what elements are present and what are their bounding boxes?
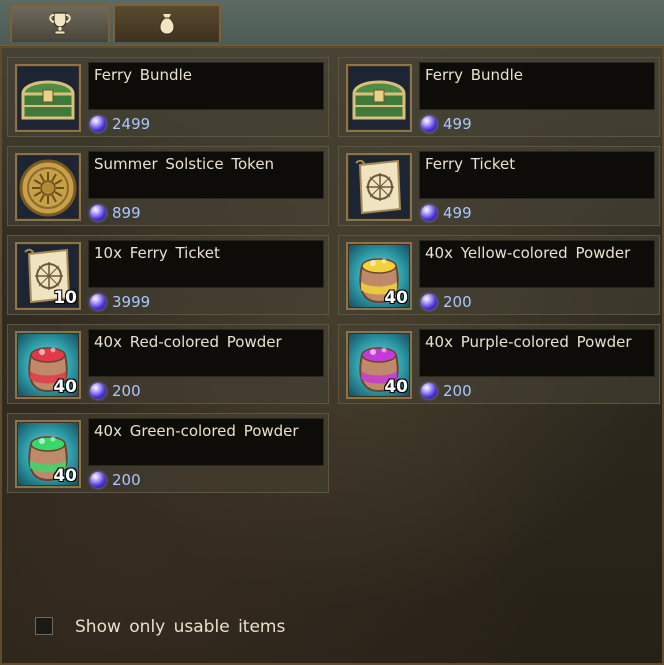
item-price: 499 — [443, 115, 472, 133]
item-price-row: 899 — [90, 203, 141, 223]
item-quantity: 40 — [53, 377, 77, 397]
item-quantity: 40 — [384, 377, 408, 397]
item-icon-frame — [346, 153, 412, 221]
gem-currency-icon — [421, 294, 437, 310]
gem-currency-icon — [90, 205, 106, 221]
gem-currency-icon — [90, 472, 106, 488]
item-price-row: 2499 — [90, 114, 150, 134]
item-price: 3999 — [112, 293, 151, 311]
item-price-row: 499 — [421, 114, 472, 134]
item-icon-frame: 40 — [346, 331, 412, 399]
item-price-row: 200 — [90, 470, 141, 490]
item-icon-frame — [15, 153, 81, 221]
item-price: 200 — [443, 382, 472, 400]
shop-item[interactable]: Summer Solstice Token 899 — [7, 146, 329, 226]
shop-item[interactable]: 40 40x Green-colored Powder 200 — [7, 413, 329, 493]
item-icon-frame — [346, 64, 412, 132]
gem-currency-icon — [90, 294, 106, 310]
gem-currency-icon — [90, 383, 106, 399]
usable-items-label: Show only usable items — [75, 617, 286, 637]
item-name: 40x Green-colored Powder — [88, 418, 324, 466]
item-price-row: 499 — [421, 203, 472, 223]
trophy-icon — [46, 10, 74, 38]
gem-currency-icon — [421, 205, 437, 221]
item-name: 10x Ferry Ticket — [88, 240, 324, 288]
gem-currency-icon — [421, 116, 437, 132]
item-name: Summer Solstice Token — [88, 151, 324, 199]
item-price: 899 — [112, 204, 141, 222]
item-price: 2499 — [112, 115, 151, 133]
item-name: Ferry Ticket — [419, 151, 655, 199]
item-price-row: 3999 — [90, 292, 150, 312]
usable-items-checkbox[interactable] — [35, 617, 53, 635]
item-name: 40x Yellow-colored Powder — [419, 240, 655, 288]
item-price: 200 — [443, 293, 472, 311]
tab-trophy[interactable] — [10, 4, 110, 42]
gem-currency-icon — [421, 383, 437, 399]
item-icon-frame: 40 — [346, 242, 412, 310]
shop-item[interactable]: Ferry Bundle 499 — [338, 57, 660, 137]
tab-bar — [0, 0, 664, 46]
shop-item[interactable]: 10 10x Ferry Ticket 3999 — [7, 235, 329, 315]
item-name: 40x Purple-colored Powder — [419, 329, 655, 377]
gem-currency-icon — [90, 116, 106, 132]
item-name: Ferry Bundle — [419, 62, 655, 110]
item-icon-frame — [15, 64, 81, 132]
item-price: 200 — [112, 382, 141, 400]
tab-money-bag[interactable] — [113, 4, 221, 42]
shop-item[interactable]: 40 40x Red-colored Powder 200 — [7, 324, 329, 404]
item-price-row: 200 — [421, 292, 472, 312]
item-name: 40x Red-colored Powder — [88, 329, 324, 377]
item-price-row: 200 — [421, 381, 472, 401]
item-price: 499 — [443, 204, 472, 222]
item-price: 200 — [112, 471, 141, 489]
shop-item[interactable]: Ferry Bundle 2499 — [7, 57, 329, 137]
item-icon-frame: 40 — [15, 420, 81, 488]
item-quantity: 10 — [53, 288, 77, 308]
item-price-row: 200 — [90, 381, 141, 401]
money-bag-icon — [153, 10, 181, 38]
item-quantity: 40 — [384, 288, 408, 308]
shop-item[interactable]: 40 40x Purple-colored Powder 200 — [338, 324, 660, 404]
shop-item[interactable]: Ferry Ticket 499 — [338, 146, 660, 226]
item-quantity: 40 — [53, 466, 77, 486]
item-name: Ferry Bundle — [88, 62, 324, 110]
item-icon-frame: 10 — [15, 242, 81, 310]
shop-item[interactable]: 40 40x Yellow-colored Powder 200 — [338, 235, 660, 315]
item-icon-frame: 40 — [15, 331, 81, 399]
